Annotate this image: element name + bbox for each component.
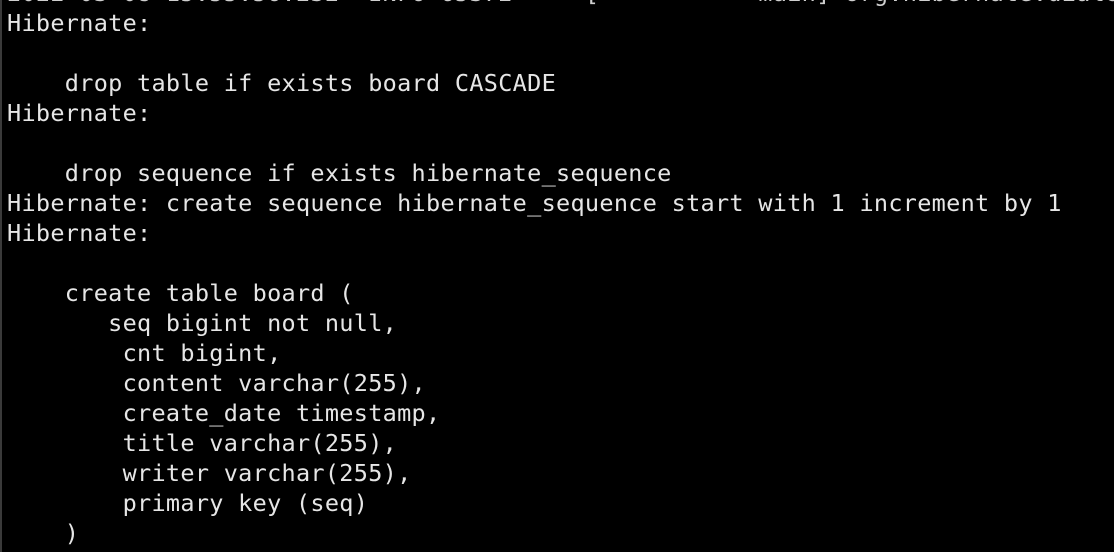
console-line: primary key (seq) — [7, 489, 369, 517]
console-line: drop table if exists board CASCADE — [7, 69, 571, 97]
console-line: create table board ( — [7, 279, 354, 307]
console-line: 2022-03-08 15:55:56.232 INFO 65372 --- [… — [7, 0, 1114, 8]
console-lines: 2022-03-08 15:55:56.232 INFO 65372 --- [… — [7, 0, 1114, 548]
console-line: Hibernate: — [7, 9, 166, 37]
console-line: Hibernate: — [7, 99, 166, 127]
console-output[interactable]: 2022-03-08 15:55:56.232 INFO 65372 --- [… — [0, 0, 1114, 552]
console-line: cnt bigint, — [7, 339, 282, 367]
console-line: Hibernate: create sequence hibernate_seq… — [7, 189, 1062, 217]
console-line: title varchar(255), — [7, 429, 398, 457]
console-line: create_date timestamp, — [7, 399, 441, 427]
console-line: ) — [7, 519, 80, 547]
console-line: Hibernate: — [7, 219, 166, 247]
console-line: writer varchar(255), — [7, 459, 412, 487]
console-line: drop sequence if exists hibernate_sequen… — [7, 159, 672, 187]
console-line: seq bigint not null, — [7, 309, 398, 337]
console-line: content varchar(255), — [7, 369, 426, 397]
